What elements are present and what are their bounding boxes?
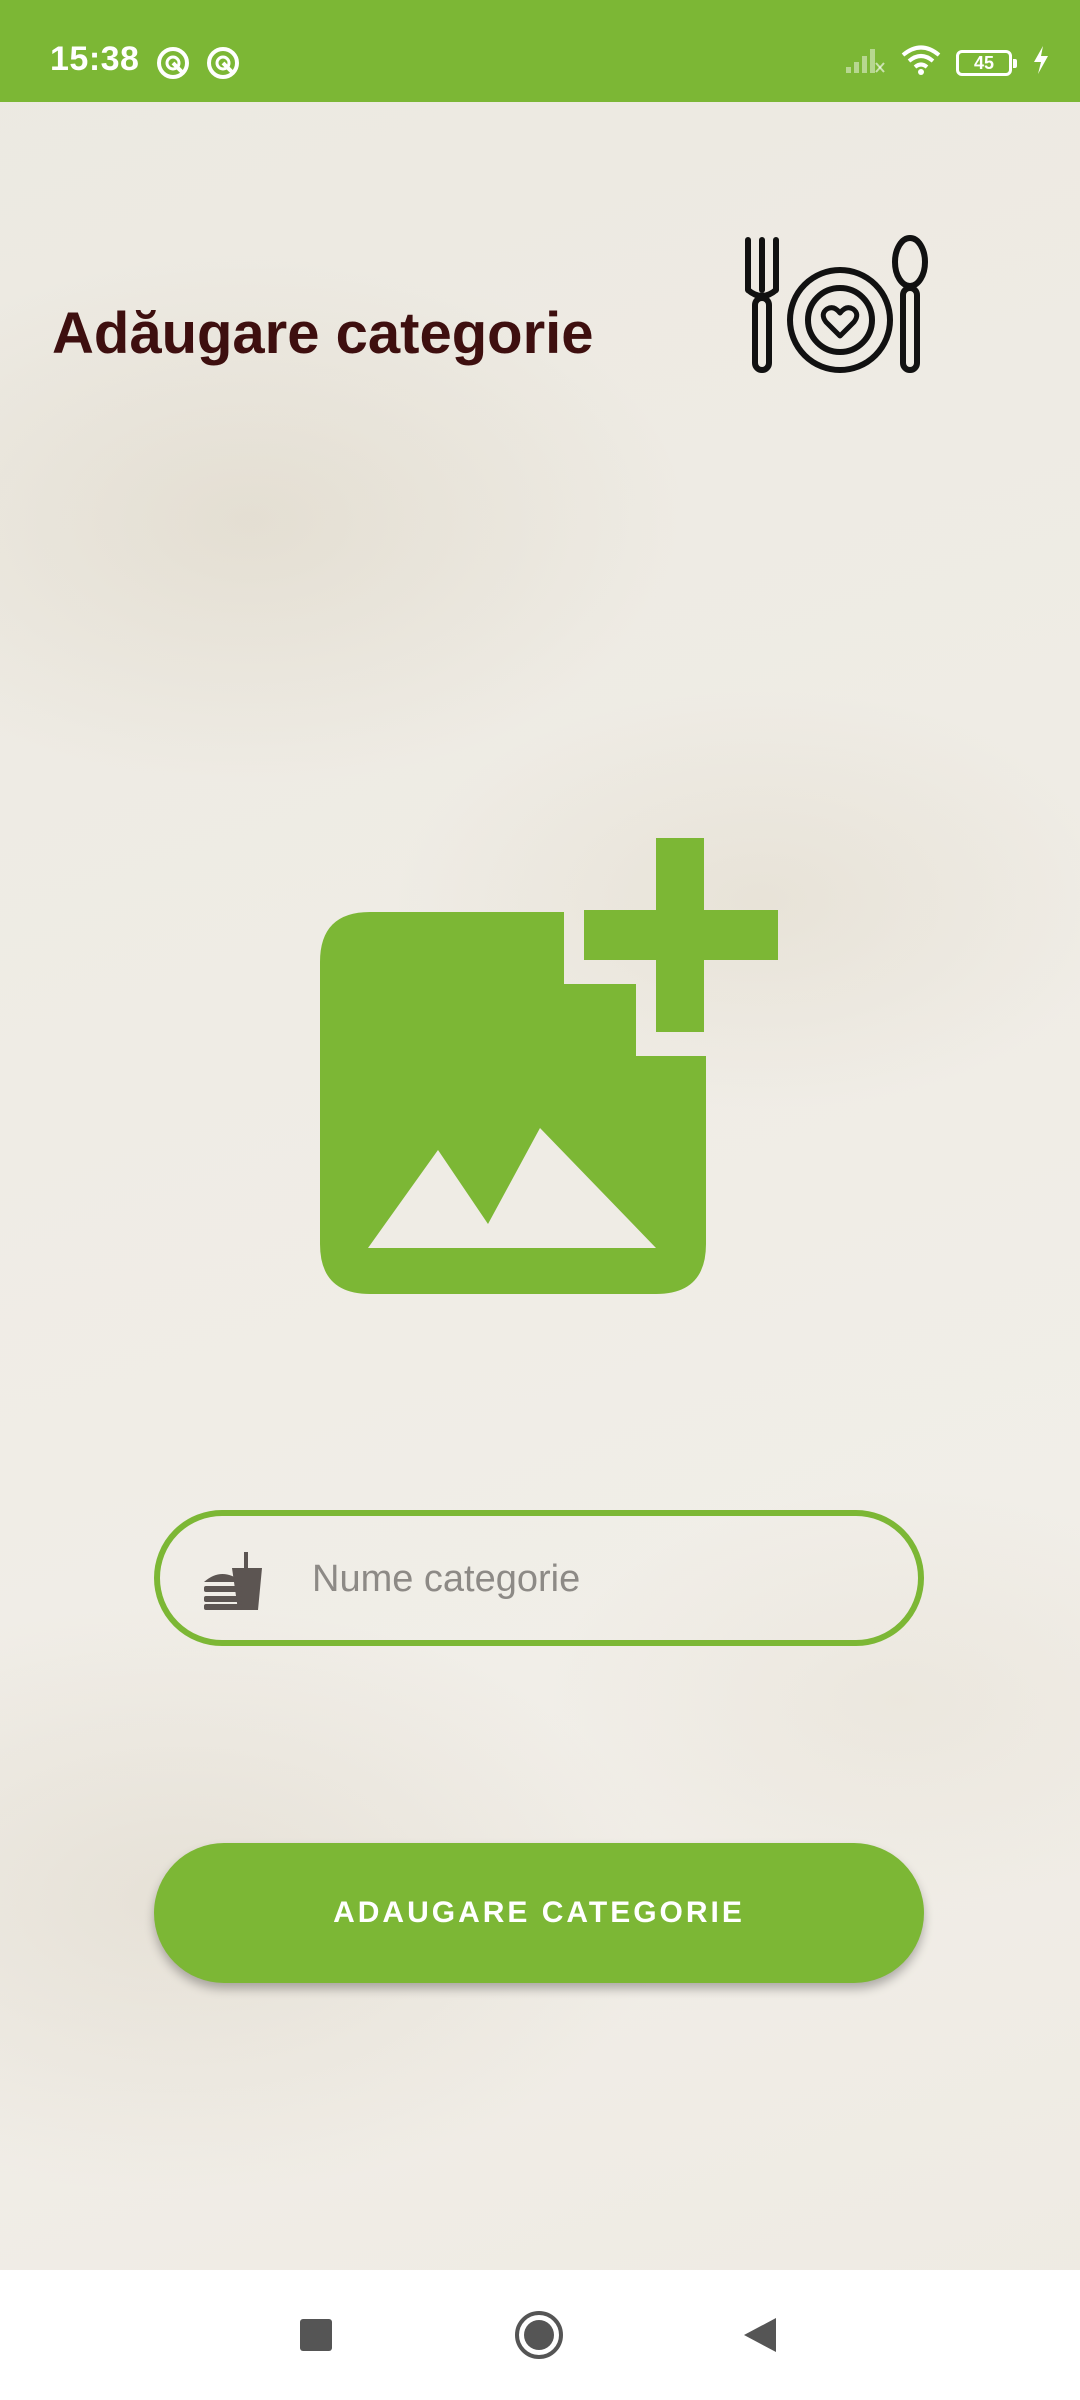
add-photo-icon[interactable] (320, 838, 780, 1303)
charging-icon (1032, 46, 1050, 79)
status-bar: 15:38 45 (0, 0, 1080, 102)
navigation-bar (0, 2270, 1080, 2400)
wifi-icon (900, 44, 942, 81)
status-icons: 45 (844, 44, 1050, 81)
category-name-input[interactable] (310, 1516, 874, 1642)
notification-icon (206, 46, 240, 85)
recents-square-icon[interactable] (298, 2310, 334, 2365)
back-triangle-icon[interactable] (740, 2310, 780, 2365)
notification-icon (156, 46, 190, 85)
add-category-button[interactable]: ADAUGARE CATEGORIE (154, 1843, 924, 1983)
battery-icon: 45 (956, 49, 1017, 76)
signal-icon (844, 45, 886, 80)
category-name-field[interactable] (154, 1510, 924, 1646)
plate-fork-spoon-heart-icon (740, 230, 940, 385)
home-circle-icon[interactable] (514, 2310, 564, 2365)
status-time: 15:38 (50, 40, 140, 78)
fastfood-icon (202, 1552, 266, 1617)
page-title: Adăugare categorie (52, 301, 594, 366)
screen: 15:38 45 Adăugare categorie Nume categor… (0, 0, 1080, 2400)
